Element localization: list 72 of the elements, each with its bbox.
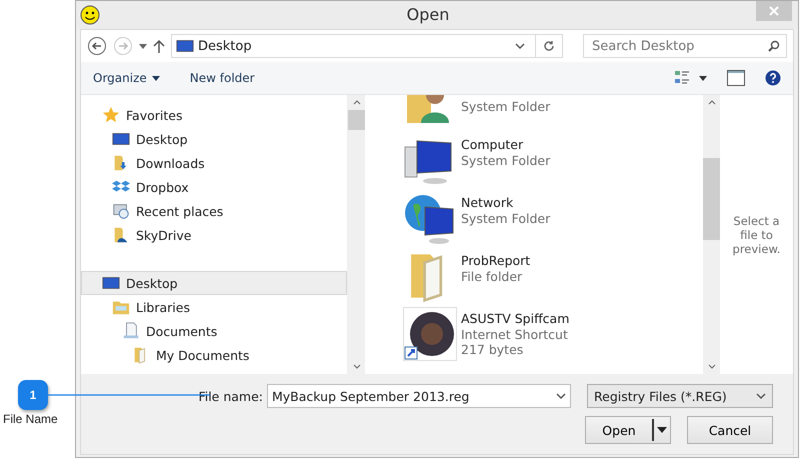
file-name: ASUSTV Spiffcam (461, 311, 570, 327)
file-name: Network (461, 195, 514, 211)
caret-icon (152, 76, 160, 80)
scrollbar[interactable] (703, 95, 720, 374)
preview-message: Select a file to preview. (732, 214, 782, 256)
search-field[interactable]: Search Desktop (583, 34, 787, 58)
chevron-icon (756, 393, 766, 399)
monitor-icon (102, 274, 120, 292)
smiley-icon (80, 5, 100, 25)
organize-menu[interactable]: Organize (93, 71, 160, 85)
cloud-folder-icon (112, 226, 130, 244)
cancel-button[interactable]: Cancel (687, 416, 773, 444)
file-item[interactable]: System Folder (365, 95, 703, 129)
search-input[interactable]: Search Desktop (590, 38, 768, 54)
window-title: Open (406, 5, 450, 25)
file-item[interactable]: ProbReport File folder (365, 245, 703, 303)
file-item[interactable]: ASUSTV Spiffcam Internet Shortcut 217 bytes (365, 303, 703, 361)
address-bar[interactable]: Desktop (171, 34, 563, 58)
file-item[interactable]: Network System Folder (365, 187, 703, 245)
tree-item[interactable]: Libraries (81, 295, 347, 319)
file-type-dropdown[interactable]: Registry Files (*.REG) (587, 384, 773, 408)
tree-item[interactable]: Documents (81, 319, 347, 343)
file-name-field[interactable]: MyBackup September 2013.reg (267, 384, 571, 408)
scroll-up-icon[interactable] (708, 100, 716, 105)
scroll-up-icon[interactable] (352, 100, 360, 105)
file-detail: 217 bytes (461, 342, 524, 357)
file-detail: System Folder (461, 153, 550, 168)
tree-item[interactable]: Favorites (81, 103, 347, 127)
forward-icon (113, 36, 133, 56)
file-name-label: File name: (198, 388, 263, 404)
monitor-icon (176, 37, 194, 55)
tree-item[interactable]: SkyDrive (81, 223, 347, 247)
up-arrow-icon[interactable] (153, 39, 165, 53)
refresh-icon[interactable] (543, 40, 555, 52)
star-icon (102, 106, 120, 124)
tree-item[interactable]: Desktop (81, 127, 347, 151)
camera-lens-icon (403, 307, 457, 361)
chevron-icon[interactable] (515, 43, 525, 49)
scrollbar-thumb[interactable] (348, 110, 365, 130)
scrollbar-thumb[interactable] (703, 158, 720, 240)
close-icon (769, 6, 779, 16)
dropdown-caret-icon[interactable] (139, 44, 147, 48)
help-icon[interactable] (765, 70, 781, 86)
file-detail: Internet Shortcut (461, 327, 569, 342)
file-name: Computer (461, 137, 524, 153)
callout-badge: 1 (18, 380, 48, 410)
file-item[interactable]: Computer System Folder (365, 129, 703, 187)
scroll-down-icon[interactable] (708, 364, 716, 369)
document-icon (122, 322, 140, 340)
scroll-down-icon[interactable] (352, 364, 360, 369)
tree-item[interactable]: Downloads (81, 151, 347, 175)
file-detail: System Folder (461, 99, 550, 114)
file-detail: System Folder (461, 211, 550, 226)
tree-item[interactable]: Recent places (81, 199, 347, 223)
new-folder-button[interactable]: New folder (190, 71, 255, 85)
back-icon (87, 36, 107, 56)
search-icon (768, 40, 780, 52)
open-button[interactable]: Open (585, 416, 671, 444)
file-name: ProbReport (461, 253, 530, 269)
callout-label: File Name (3, 412, 58, 426)
recent-places-icon (112, 202, 130, 220)
tree-item[interactable]: My Documents (81, 343, 347, 367)
scrollbar[interactable] (348, 95, 365, 374)
view-options-icon[interactable] (675, 70, 707, 86)
tree-item[interactable]: Dropbox (81, 175, 347, 199)
file-detail: File folder (461, 269, 524, 284)
tree-item[interactable]: Desktop (81, 271, 347, 295)
preview-pane-icon[interactable] (727, 70, 745, 86)
back-button[interactable] (87, 36, 107, 56)
monitor-icon (112, 130, 130, 148)
caret-icon (657, 427, 667, 433)
chevron-icon (556, 393, 566, 399)
